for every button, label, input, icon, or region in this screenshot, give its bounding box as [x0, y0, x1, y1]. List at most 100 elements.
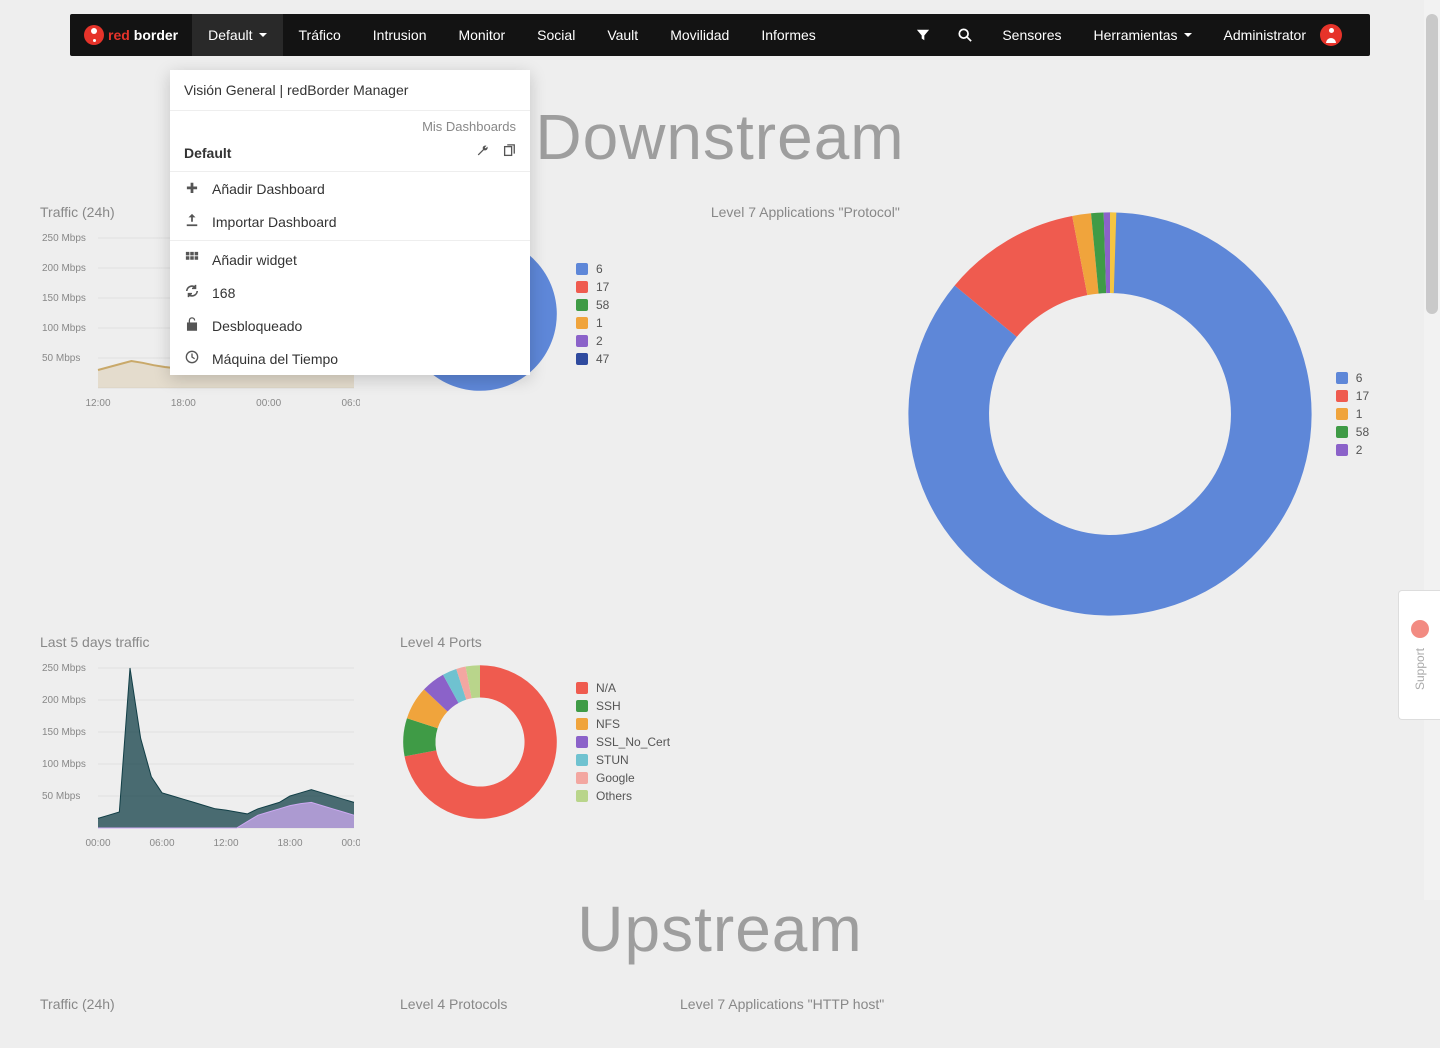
svg-text:250 Mbps: 250 Mbps: [42, 663, 86, 674]
legend-label: 2: [1356, 443, 1363, 457]
legend-swatch: [1336, 372, 1348, 384]
legend-swatch: [576, 754, 588, 766]
copy-icon[interactable]: [502, 144, 516, 161]
nav-trafico[interactable]: Tráfico: [283, 14, 357, 56]
support-label: Support: [1413, 648, 1427, 690]
legend-label: 2: [596, 334, 603, 348]
dropdown-import-dashboard[interactable]: Importar Dashboard: [170, 205, 530, 238]
legend-swatch: [1336, 444, 1348, 456]
support-avatar-icon: [1411, 620, 1429, 638]
dropdown-add-dashboard[interactable]: ✚Añadir Dashboard: [170, 172, 530, 205]
row-upstream-titles: Traffic (24h) Level 4 Protocols Level 7 …: [40, 996, 1400, 1024]
legend-label: 1: [596, 316, 603, 330]
legend-label: STUN: [596, 753, 629, 767]
legend-item[interactable]: 58: [576, 298, 609, 312]
upload-icon: [184, 213, 200, 230]
legend-swatch: [1336, 426, 1348, 438]
legend-label: Others: [596, 789, 632, 803]
donut-l7-protocol[interactable]: 6 17 1 58 2: [900, 204, 1369, 624]
wrench-icon[interactable]: [476, 144, 490, 161]
legend-label: 6: [1356, 371, 1363, 385]
legend-swatch: [576, 790, 588, 802]
legend-item[interactable]: SSL_No_Cert: [576, 735, 670, 749]
legend-label: 1: [1356, 407, 1363, 421]
panel-title-up-l7: Level 7 Applications "HTTP host": [680, 996, 884, 1012]
svg-text:06:00: 06:00: [341, 398, 360, 409]
nav-informes[interactable]: Informes: [745, 14, 831, 56]
nav-default[interactable]: Default: [192, 14, 282, 56]
legend-item[interactable]: Google: [576, 771, 670, 785]
legend-label: 58: [596, 298, 609, 312]
dropdown-unlocked[interactable]: Desbloqueado: [170, 309, 530, 342]
brand-logo[interactable]: redborder: [70, 25, 192, 45]
legend-item[interactable]: SSH: [576, 699, 670, 713]
nav-vault[interactable]: Vault: [591, 14, 654, 56]
legend-item[interactable]: 2: [1336, 443, 1369, 457]
panel-title-up-traffic: Traffic (24h): [40, 996, 380, 1012]
svg-text:18:00: 18:00: [277, 838, 302, 849]
nav-herramientas[interactable]: Herramientas: [1078, 14, 1208, 56]
svg-text:50 Mbps: 50 Mbps: [42, 791, 80, 802]
legend-item[interactable]: 1: [576, 316, 609, 330]
legend-l7-protocol: 6 17 1 58 2: [1336, 371, 1369, 457]
legend-label: 58: [1356, 425, 1369, 439]
nav-sensores[interactable]: Sensores: [986, 14, 1077, 56]
clock-icon: [184, 350, 200, 367]
search-icon[interactable]: [944, 14, 986, 56]
svg-text:250 Mbps: 250 Mbps: [42, 233, 86, 244]
dropdown-current-dashboard[interactable]: Default: [170, 138, 530, 172]
legend-swatch: [576, 718, 588, 730]
panel-title: Level 4 Ports: [400, 634, 700, 650]
support-tab[interactable]: Support: [1398, 590, 1440, 720]
legend-label: Google: [596, 771, 635, 785]
navbar: redborder Default Tráfico Intrusion Moni…: [70, 14, 1370, 56]
chart-last-5-days[interactable]: 50 Mbps100 Mbps150 Mbps200 Mbps250 Mbps0…: [40, 662, 360, 852]
legend-label: 17: [596, 280, 609, 294]
legend-swatch: [576, 736, 588, 748]
legend-swatch: [1336, 408, 1348, 420]
legend-item[interactable]: 17: [576, 280, 609, 294]
svg-text:00:00: 00:00: [85, 838, 110, 849]
scrollbar[interactable]: [1424, 0, 1440, 900]
svg-text:150 Mbps: 150 Mbps: [42, 293, 86, 304]
dropdown-refresh-interval[interactable]: 168: [170, 276, 530, 309]
svg-text:100 Mbps: 100 Mbps: [42, 759, 86, 770]
legend-item[interactable]: 2: [576, 334, 609, 348]
legend-item[interactable]: 17: [1336, 389, 1369, 403]
legend-item[interactable]: 47: [576, 352, 609, 366]
dropdown-time-machine[interactable]: Máquina del Tiempo: [170, 342, 530, 375]
nav-intrusion[interactable]: Intrusion: [357, 14, 443, 56]
nav-social[interactable]: Social: [521, 14, 591, 56]
svg-text:00:00: 00:00: [341, 838, 360, 849]
nav-admin[interactable]: Administrator: [1208, 14, 1358, 56]
panel-title-up-l4: Level 4 Protocols: [400, 996, 660, 1012]
legend-item[interactable]: 58: [1336, 425, 1369, 439]
legend-label: 6: [596, 262, 603, 276]
svg-text:06:00: 06:00: [149, 838, 174, 849]
panel-l7-protocol: Level 7 Applications "Protocol" 6171582: [680, 204, 1400, 624]
legend-item[interactable]: NFS: [576, 717, 670, 731]
legend-label: 17: [1356, 389, 1369, 403]
filter-icon[interactable]: [902, 14, 944, 56]
nav-monitor[interactable]: Monitor: [442, 14, 521, 56]
dropdown-add-widget[interactable]: Añadir widget: [170, 243, 530, 276]
legend-item[interactable]: N/A: [576, 681, 670, 695]
svg-text:12:00: 12:00: [85, 398, 110, 409]
dropdown-section-label: Mis Dashboards: [170, 111, 530, 138]
donut-l4-ports[interactable]: N/A SSH NFS SSL_No_Cert STUN Google Others: [400, 662, 700, 822]
legend-swatch: [576, 299, 588, 311]
nav-movilidad[interactable]: Movilidad: [654, 14, 745, 56]
legend-item[interactable]: Others: [576, 789, 670, 803]
legend-item[interactable]: STUN: [576, 753, 670, 767]
scrollbar-thumb[interactable]: [1426, 14, 1438, 314]
svg-text:200 Mbps: 200 Mbps: [42, 263, 86, 274]
legend-label: SSL_No_Cert: [596, 735, 670, 749]
legend-item[interactable]: 6: [1336, 371, 1369, 385]
legend-item[interactable]: 6: [576, 262, 609, 276]
legend-item[interactable]: 1: [1336, 407, 1369, 421]
svg-text:12:00: 12:00: [213, 838, 238, 849]
svg-text:50 Mbps: 50 Mbps: [42, 353, 80, 364]
legend-swatch: [576, 335, 588, 347]
current-dashboard-name: Default: [184, 145, 231, 161]
legend-label: NFS: [596, 717, 620, 731]
